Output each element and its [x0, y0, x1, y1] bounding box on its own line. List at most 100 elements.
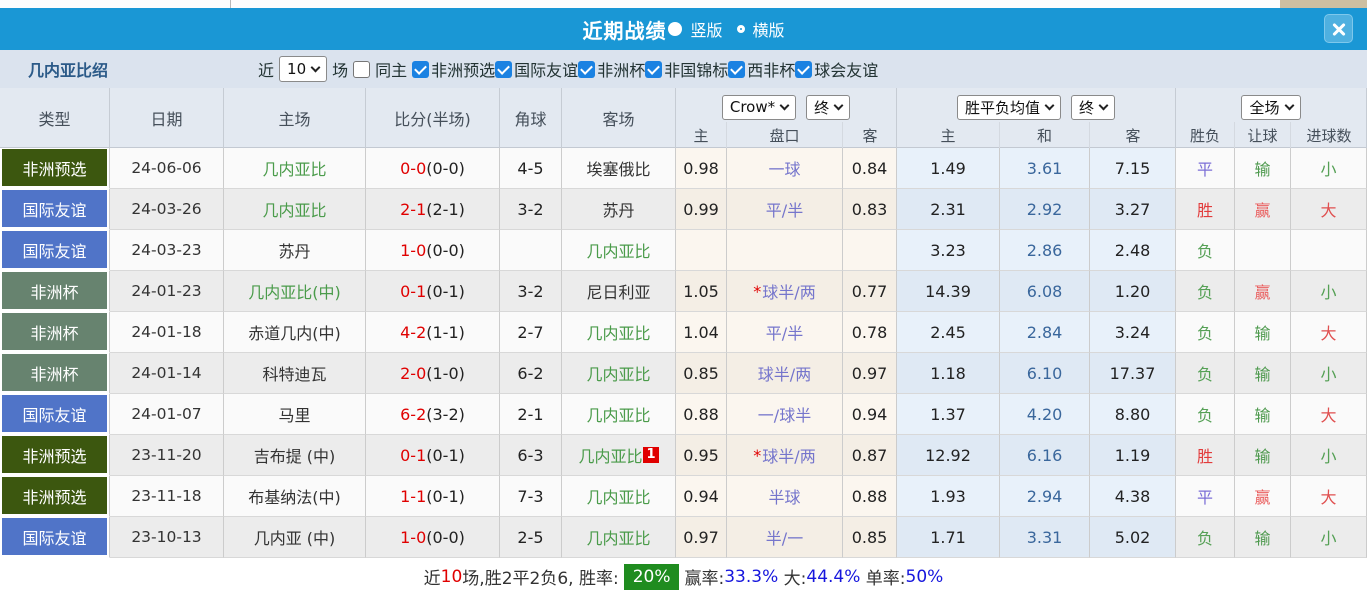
close-button[interactable]: [1324, 14, 1353, 43]
summary-text: 赢率:: [684, 569, 725, 589]
result-handicap: 赢: [1235, 476, 1291, 517]
wdl-average-select[interactable]: 胜平负均值: [956, 94, 1061, 120]
crow-home-odds: 0.94: [676, 476, 727, 517]
subheader-crow-home: 主: [676, 122, 727, 148]
away-team: 几内亚比: [562, 353, 676, 394]
match-date: 24-01-23: [110, 271, 224, 312]
vertical-layout-radio[interactable]: [668, 22, 683, 36]
bookmaker-time-select[interactable]: 终: [806, 94, 851, 120]
col-header-home: 主场: [224, 88, 366, 148]
competition-label: 非洲预选: [431, 61, 496, 80]
competition-checkbox[interactable]: [578, 60, 596, 78]
result-handicap: 输: [1235, 312, 1291, 353]
home-team: 几内亚比: [224, 189, 366, 230]
competition-checkbox[interactable]: [412, 60, 430, 78]
result-goals: 大: [1291, 189, 1367, 230]
chevron-down-icon: [1284, 100, 1294, 110]
match-type-badge: 国际友谊: [2, 395, 107, 432]
result-outcome: 平: [1176, 148, 1235, 189]
wdl-time-select[interactable]: 终: [1071, 94, 1116, 120]
result-goals: 大: [1291, 476, 1367, 517]
score-cell: 0-1 (0-1): [366, 271, 500, 312]
match-type-badge: 非洲预选: [2, 149, 107, 186]
match-date: 24-03-26: [110, 189, 224, 230]
match-date: 24-03-23: [110, 230, 224, 271]
avg-home-odds: 1.49: [897, 148, 1000, 189]
avg-home-odds: 1.37: [897, 394, 1000, 435]
bookmaker-dropdown-group: Crow* 终: [676, 88, 897, 122]
match-scope-select[interactable]: 全场: [1241, 94, 1301, 120]
horizontal-layout-label[interactable]: 横版: [753, 17, 785, 41]
filter-bar: 几内亚比绍 近 10 场 同主 非洲预选 国际友谊 非洲杯 非国锦标 西非杯 球会友谊: [0, 50, 1367, 88]
recent-results-modal: 近期战绩 竖版 横版 几内亚比绍 近 10 场 同主 非洲预选 国际友谊 非洲杯 非国…: [0, 0, 1367, 595]
wdl-time-value: 终: [1079, 98, 1095, 117]
competition-checkbox[interactable]: [728, 60, 746, 78]
result-outcome: 负: [1176, 517, 1235, 558]
competition-filter-item: 国际友谊: [495, 57, 578, 81]
score-cell: 1-0 (0-0): [366, 517, 500, 558]
result-goals: 大: [1291, 312, 1367, 353]
chevron-down-icon: [310, 62, 321, 72]
crow-away-odds: [843, 230, 897, 271]
horizontal-layout-radio[interactable]: [736, 25, 745, 33]
away-team: 几内亚比: [562, 312, 676, 353]
bookmaker-time-value: 终: [814, 98, 830, 117]
corners-cell: 6-3: [500, 435, 562, 476]
result-handicap: 赢: [1235, 271, 1291, 312]
crow-away-odds: 0.77: [843, 271, 897, 312]
top-strip-divider: [230, 0, 231, 8]
result-handicap: 输: [1235, 148, 1291, 189]
result-handicap: 输: [1235, 353, 1291, 394]
corners-cell: 3-2: [500, 271, 562, 312]
result-outcome: 负: [1176, 312, 1235, 353]
score-cell: 0-0 (0-0): [366, 148, 500, 189]
crow-away-odds: 0.83: [843, 189, 897, 230]
competition-label: 非洲杯: [597, 61, 646, 80]
result-outcome: 负: [1176, 394, 1235, 435]
avg-draw-odds: 2.92: [1000, 189, 1090, 230]
competition-checkbox[interactable]: [795, 60, 813, 78]
subheader-crow-handicap: 盘口: [727, 122, 843, 148]
avg-away-odds: 2.48: [1090, 230, 1176, 271]
summary-text: 大:: [778, 569, 807, 589]
recent-count-select[interactable]: 10: [279, 56, 328, 82]
avg-home-odds: 1.18: [897, 353, 1000, 394]
crow-away-odds: 0.94: [843, 394, 897, 435]
subheader-wdl-home: 主: [897, 122, 1000, 148]
result-goals: 小: [1291, 148, 1367, 189]
competition-filter-item: 非洲杯: [578, 57, 645, 81]
vertical-layout-label[interactable]: 竖版: [690, 17, 722, 41]
home-team: 几内亚比: [224, 148, 366, 189]
col-header-date: 日期: [110, 88, 224, 148]
avg-draw-odds: 2.84: [1000, 312, 1090, 353]
away-team: 埃塞俄比: [562, 148, 676, 189]
match-type-badge: 国际友谊: [2, 190, 107, 227]
score-cell: 0-1 (0-1): [366, 435, 500, 476]
competition-filter-item: 西非杯: [728, 57, 795, 81]
competition-checkbox[interactable]: [495, 60, 513, 78]
score-cell: 1-0 (0-0): [366, 230, 500, 271]
crow-subheaders: 主 盘口 客: [676, 122, 897, 148]
result-outcome: 负: [1176, 353, 1235, 394]
match-type-badge: 国际友谊: [2, 518, 107, 555]
crow-away-odds: 0.97: [843, 353, 897, 394]
summary-text: 近: [423, 569, 441, 589]
corners-cell: 2-7: [500, 312, 562, 353]
summary-text: 44.4%: [806, 566, 861, 587]
result-outcome: 胜: [1176, 435, 1235, 476]
crow-handicap: 平/半: [727, 189, 843, 230]
filter-controls: 近 10 场 同主 非洲预选 国际友谊 非洲杯 非国锦标 西非杯 球会友谊: [258, 56, 878, 82]
result-goals: 小: [1291, 435, 1367, 476]
scope-dropdown-group: 全场: [1176, 88, 1367, 122]
bookmaker-select[interactable]: Crow*: [721, 94, 797, 120]
result-outcome: 胜: [1176, 189, 1235, 230]
competition-checkbox[interactable]: [645, 60, 663, 78]
same-home-checkbox[interactable]: [353, 60, 371, 78]
away-team: 几内亚比: [562, 394, 676, 435]
matches-label: 场: [332, 61, 349, 80]
modal-titlebar: 近期战绩 竖版 横版: [0, 8, 1367, 50]
corners-cell: [500, 230, 562, 271]
crow-handicap: 半/一: [727, 517, 843, 558]
away-team: 几内亚比: [562, 476, 676, 517]
summary-bar: 近 10 场,胜2平2负6, 胜率: 20% 赢率: 33.3% 大: 44.4% 单率: 5…: [0, 558, 1367, 595]
